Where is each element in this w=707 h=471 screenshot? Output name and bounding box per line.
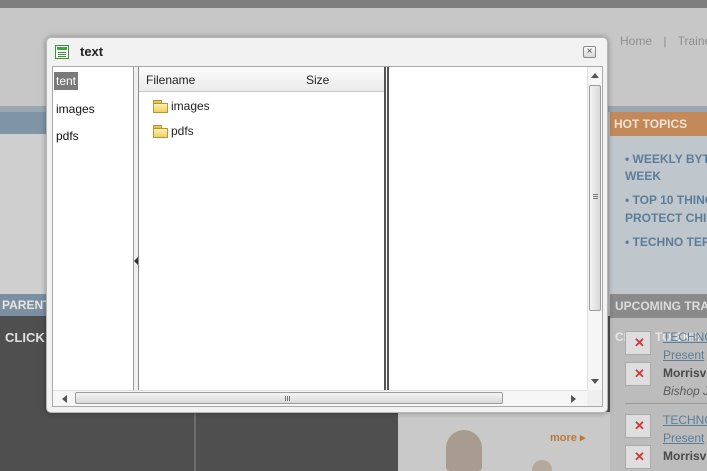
hot-topic-link[interactable]: PROTECT CHIL <box>625 209 707 227</box>
folder-icon <box>153 125 168 138</box>
broken-image-icon: ✕ <box>625 414 651 438</box>
training-location: Morrisv <box>663 366 707 380</box>
left-blue-bar <box>0 112 46 134</box>
scroll-down-arrow-icon[interactable] <box>591 379 599 384</box>
scroll-right-arrow-icon[interactable] <box>571 395 576 403</box>
close-icon: × <box>586 46 593 57</box>
dialog-content: tent images pdfs Filename Size images pd… <box>52 66 603 407</box>
dialog-title: text <box>80 44 104 59</box>
scrollbar-corner <box>587 390 602 406</box>
tree-item-images[interactable]: images <box>54 100 97 118</box>
hot-topic-link[interactable]: • TOP 10 THING <box>625 191 707 209</box>
left-photo-panel <box>0 134 46 294</box>
training-presenter: Bishop J <box>663 384 707 398</box>
site-nav: Home | Traine <box>620 34 707 48</box>
column-divider <box>194 412 196 471</box>
hot-topics-header: HOT TOPICS <box>610 112 707 136</box>
text-document-icon <box>55 45 69 59</box>
horizontal-scroll-thumb[interactable] <box>75 392 503 404</box>
training-separator <box>625 403 707 404</box>
promo-person-image <box>446 430 482 471</box>
broken-image-icon: ✕ <box>625 362 651 386</box>
scroll-up-arrow-icon[interactable] <box>591 73 599 78</box>
hot-topic-link[interactable]: • WEEKLY BYTE <box>625 150 707 168</box>
more-link[interactable]: more ▸ <box>550 431 585 444</box>
vertical-scroll-thumb[interactable] <box>589 85 601 311</box>
training-present-link[interactable]: Present <box>663 431 704 445</box>
browser-top-bar <box>0 0 707 8</box>
close-button[interactable]: × <box>583 46 596 58</box>
nav-trainers-link[interactable]: Traine <box>678 34 707 48</box>
preview-splitter[interactable] <box>384 67 389 390</box>
vertical-scrollbar[interactable] <box>587 67 602 390</box>
file-name: images <box>171 99 210 113</box>
folder-icon <box>153 100 168 113</box>
nav-separator: | <box>663 34 667 48</box>
file-list-header: Filename Size <box>139 67 384 92</box>
tree-item-pdfs[interactable]: pdfs <box>54 127 81 145</box>
training-present-link[interactable]: Present <box>663 348 704 362</box>
broken-image-icon: ✕ <box>625 445 651 469</box>
file-name: pdfs <box>171 124 194 138</box>
hot-topic-link[interactable]: • TECHNO TERM <box>625 233 707 251</box>
click-banner[interactable]: CLICK <box>5 330 45 345</box>
training-title-link[interactable]: TECHNO <box>663 330 707 344</box>
folder-tree: tent images pdfs <box>53 67 134 390</box>
training-title-link[interactable]: TECHNO <box>663 413 707 427</box>
hot-topic-link[interactable]: WEEK <box>625 167 661 185</box>
file-list: Filename Size images pdfs <box>139 67 384 390</box>
upcoming-trainings-header: UPCOMING TRA <box>610 294 707 318</box>
file-row-pdfs[interactable]: pdfs <box>153 123 273 141</box>
nav-home-link[interactable]: Home <box>620 34 652 48</box>
horizontal-scrollbar[interactable] <box>53 390 587 406</box>
training-location: Morrisv <box>663 449 707 463</box>
tree-item-content[interactable]: tent <box>54 72 79 90</box>
column-size[interactable]: Size <box>306 73 329 87</box>
parent-banner: PARENT <box>0 294 50 316</box>
column-filename[interactable]: Filename <box>146 73 195 87</box>
collapse-arrow-icon[interactable] <box>134 257 138 265</box>
file-row-images[interactable]: images <box>153 98 273 116</box>
broken-image-icon: ✕ <box>625 331 651 355</box>
file-browser-dialog: text × tent images pdfs Filename Size im… <box>46 37 608 413</box>
scroll-left-arrow-icon[interactable] <box>62 395 67 403</box>
